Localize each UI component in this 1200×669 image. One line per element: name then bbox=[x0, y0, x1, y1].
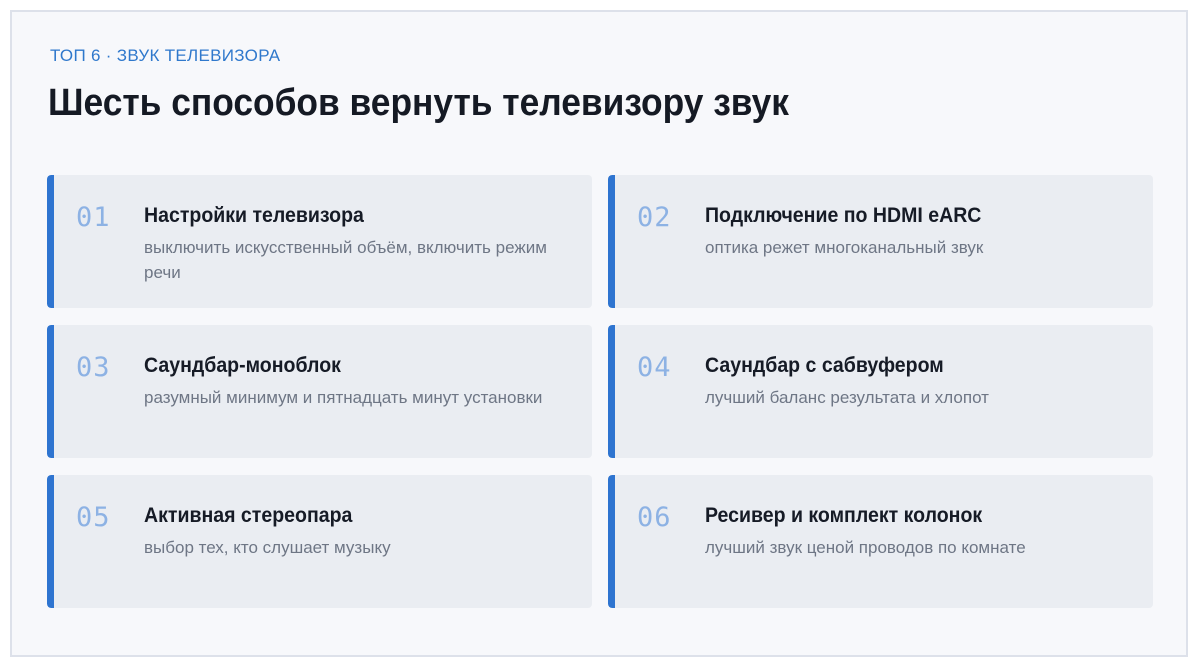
option-description: лучший баланс результата и хлопот bbox=[705, 388, 989, 407]
eyebrow-label: ТОП 6 · ЗВУК ТЕЛЕВИЗОРА bbox=[50, 46, 281, 65]
option-title: Активная стереопара bbox=[144, 504, 353, 527]
option-description: выбор тех, кто слушает музыку bbox=[144, 538, 391, 557]
accent-bar bbox=[47, 325, 54, 458]
option-title: Саундбар с сабвуфером bbox=[705, 354, 944, 377]
option-title: Ресивер и комплект колонок bbox=[705, 504, 983, 527]
slide-frame: ТОП 6 · ЗВУК ТЕЛЕВИЗОРА Шесть способов в… bbox=[10, 10, 1188, 657]
option-number: 03 bbox=[76, 352, 111, 383]
option-card: 04 Саундбар с сабвуфером лучший баланс р… bbox=[608, 325, 1153, 458]
option-card: 05 Активная стереопара выбор тех, кто сл… bbox=[47, 475, 592, 608]
option-description: разумный минимум и пятнадцать минут уста… bbox=[144, 388, 543, 407]
accent-bar bbox=[608, 325, 615, 458]
option-card: 03 Саундбар-моноблок разумный минимум и … bbox=[47, 325, 592, 458]
option-card: 06 Ресивер и комплект колонок лучший зву… bbox=[608, 475, 1153, 608]
option-title: Настройки телевизора bbox=[144, 204, 364, 227]
option-description: выключить искусственный объём, включить … bbox=[144, 238, 547, 282]
option-description: лучший звук ценой проводов по комнате bbox=[705, 538, 1026, 557]
option-number: 01 bbox=[76, 202, 111, 233]
option-number: 04 bbox=[637, 352, 672, 383]
option-card: 02 Подключение по HDMI eARC оптика режет… bbox=[608, 175, 1153, 308]
option-number: 05 bbox=[76, 502, 111, 533]
option-title: Подключение по HDMI eARC bbox=[705, 204, 982, 227]
options-grid: 01 Настройки телевизора выключить искусс… bbox=[47, 175, 1153, 608]
option-number: 02 bbox=[637, 202, 672, 233]
accent-bar bbox=[47, 475, 54, 608]
option-description: оптика режет многоканальный звук bbox=[705, 238, 984, 257]
option-number: 06 bbox=[637, 502, 672, 533]
page-title: Шесть способов вернуть телевизору звук bbox=[48, 82, 789, 124]
accent-bar bbox=[608, 475, 615, 608]
accent-bar bbox=[608, 175, 615, 308]
option-card: 01 Настройки телевизора выключить искусс… bbox=[47, 175, 592, 308]
accent-bar bbox=[47, 175, 54, 308]
option-title: Саундбар-моноблок bbox=[144, 354, 341, 377]
